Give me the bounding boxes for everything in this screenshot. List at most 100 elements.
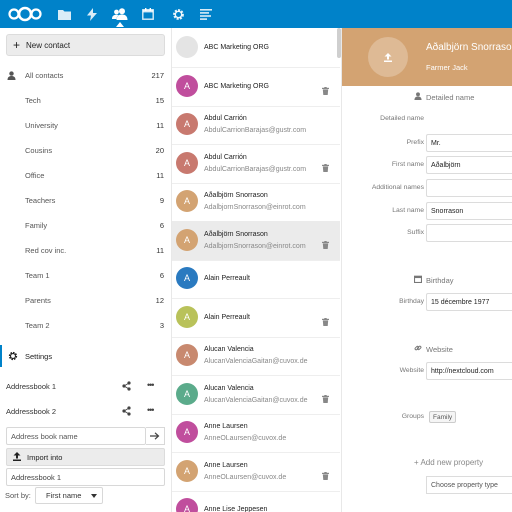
addressbook-item: Addressbook 2 ••• (0, 400, 171, 422)
contact-name: Alain Perreault (204, 313, 250, 321)
section-title: Website (426, 344, 453, 354)
share-icon[interactable] (122, 406, 131, 418)
contact-icon (7, 71, 16, 82)
field-label: Website (399, 367, 424, 374)
contact-name: ABC Marketing ORG (204, 44, 269, 51)
contact-list-item[interactable]: A Aðalbjörn Snorrason AdalbjornSnorrason@e… (172, 182, 340, 222)
website-input[interactable]: http://nextcloud.com (426, 362, 512, 380)
group-label: Family (25, 221, 48, 230)
group-item[interactable]: Tech 15 (0, 88, 171, 113)
active-app-indicator (116, 22, 124, 27)
import-addressbook-select[interactable]: Addressbook 1 (6, 468, 165, 486)
suffix-input[interactable] (426, 224, 512, 242)
field-label: First name (391, 161, 424, 168)
group-count: 6 (159, 271, 164, 280)
addressbook-label: Addressbook 1 (6, 381, 57, 391)
group-label: Parents (25, 296, 51, 305)
contact-list-item[interactable]: A Alain Perreault (172, 259, 340, 299)
group-item[interactable]: Red cov inc. 11 (0, 238, 171, 263)
import-label: Import into (27, 452, 63, 462)
contact-org[interactable]: Farmer Jack (426, 63, 468, 72)
trash-icon[interactable] (322, 467, 329, 485)
contact-list-item[interactable]: A Aðalbjörn Snorrason AdalbjornSnorrason@e… (172, 220, 340, 261)
plus-icon: + (13, 38, 21, 52)
additional-names-input[interactable] (426, 179, 512, 197)
contact-list: A ABC Marketing ORG A ABC Marketing ORG A Abd… (172, 28, 342, 512)
submit-arrow-button[interactable] (146, 427, 165, 445)
more-icon[interactable]: ••• (147, 405, 155, 415)
group-count: 20 (155, 146, 164, 155)
contact-name[interactable]: Aðalbjörn Snorrason (426, 42, 512, 53)
group-item[interactable]: Family 6 (0, 213, 171, 238)
contact-list-item[interactable]: A Anne Laursen AnneOLaursen@cuvox.de (172, 413, 340, 453)
group-item[interactable]: Parents 12 (0, 288, 171, 313)
nextcloud-logo[interactable] (6, 0, 44, 28)
app-navigation: + New contact All contacts 217 Tech 15 U… (0, 28, 172, 512)
trash-icon[interactable] (322, 159, 329, 177)
folder-icon[interactable] (50, 0, 78, 28)
avatar: A (176, 382, 198, 405)
field-label: Detailed name (380, 115, 424, 122)
contact-list-item[interactable]: A Alucan Valencia AlucanValenciaGaitan@cuv… (172, 336, 340, 376)
avatar: A (176, 459, 198, 482)
field-label: Additional names (371, 184, 424, 191)
birthday-input[interactable]: 15 décembre 1977 (426, 293, 512, 311)
trash-icon[interactable] (322, 236, 329, 254)
contact-email: AnneOLaursen@cuvox.de (204, 473, 287, 481)
addressbook-name-input[interactable]: Address book name (6, 427, 146, 445)
group-count: 3 (159, 321, 164, 330)
contact-list-item[interactable]: A Anne Laursen AnneOLaursen@cuvox.de (172, 452, 340, 492)
activity-icon[interactable] (78, 0, 106, 28)
group-chip[interactable]: Family (429, 411, 457, 423)
new-contact-label: New contact (26, 40, 71, 50)
group-label: Team 1 (25, 271, 50, 280)
contact-list-item[interactable]: A Anne Lise Jeppesen (172, 490, 340, 512)
contact-list-item[interactable]: A Abdul Carrión AbdulCarrionBarajas@gustr.… (172, 105, 340, 145)
new-contact-button[interactable]: + New contact (6, 34, 165, 56)
group-label: Cousins (25, 146, 53, 155)
group-count: 11 (156, 171, 164, 180)
group-item[interactable]: Office 11 (0, 163, 171, 188)
group-item[interactable]: Teachers 9 (0, 188, 171, 213)
prefix-input[interactable]: Mr. (426, 134, 512, 152)
group-item[interactable]: University 11 (0, 113, 171, 138)
field-label: Last name (392, 207, 424, 214)
scrollbar[interactable] (337, 28, 341, 58)
contact-list-item[interactable]: A ABC Marketing ORG (172, 28, 340, 68)
contact-list-item[interactable]: A Alain Perreault (172, 298, 340, 338)
avatar-upload[interactable] (368, 37, 408, 77)
import-button[interactable]: Import into (6, 448, 165, 466)
property-type-select[interactable]: Choose property type (426, 476, 512, 494)
contact-list-item[interactable]: A ABC Marketing ORG (172, 67, 340, 107)
group-all-contacts[interactable]: All contacts 217 (0, 63, 171, 88)
trash-icon[interactable] (322, 313, 329, 331)
more-icon[interactable]: ••• (147, 380, 155, 390)
group-item[interactable]: Team 2 3 (0, 313, 171, 338)
group-item[interactable]: Team 1 6 (0, 263, 171, 288)
upload-icon (384, 52, 392, 62)
gear-icon[interactable] (164, 0, 192, 28)
share-icon[interactable] (122, 381, 131, 393)
group-label: Team 2 (25, 321, 50, 330)
trash-icon[interactable] (322, 82, 329, 100)
top-bar (0, 0, 512, 28)
contact-list-item[interactable]: A Abdul Carrión AbdulCarrionBarajas@gustr.… (172, 144, 340, 184)
contact-icon (414, 92, 422, 102)
contact-header: Aðalbjörn Snorrason Farmer Jack (342, 28, 512, 86)
group-count: 11 (156, 246, 164, 255)
sort-by-select[interactable]: First name (35, 487, 103, 504)
group-count: 217 (151, 71, 164, 80)
field-label: Birthday (399, 298, 424, 305)
first-name-input[interactable]: Aðalbjörn (426, 156, 512, 174)
contact-name: Anne Laursen (204, 461, 248, 469)
settings-label: Settings (25, 351, 53, 361)
trash-icon[interactable] (322, 390, 329, 408)
settings-toggle[interactable]: Settings (0, 345, 171, 367)
avatar: A (176, 267, 198, 289)
calendar-icon[interactable] (134, 0, 162, 28)
last-name-input[interactable]: Snorrason (426, 202, 512, 220)
contact-list-item[interactable]: A Alucan Valencia AlucanValenciaGaitan@cuv… (172, 375, 340, 415)
section-title: Detailed name (426, 92, 475, 102)
notes-icon[interactable] (192, 0, 220, 28)
group-item[interactable]: Cousins 20 (0, 138, 171, 163)
